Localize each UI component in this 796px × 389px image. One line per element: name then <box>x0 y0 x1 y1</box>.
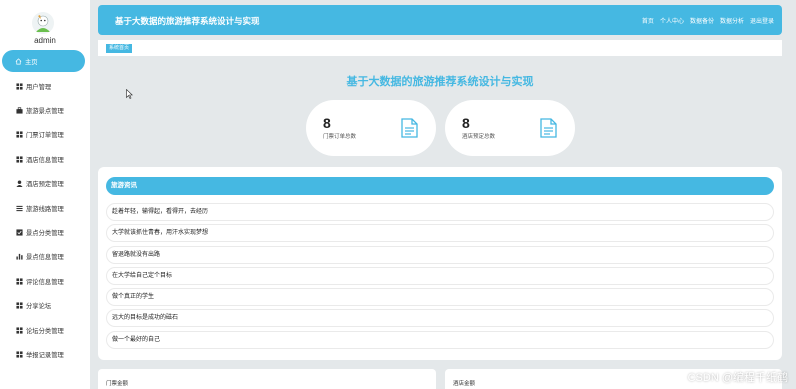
sidebar-item-12[interactable]: 论坛分类管理 <box>0 318 90 342</box>
bar-chart-icon <box>15 252 24 261</box>
nav-profile[interactable]: 个人中心 <box>660 16 684 25</box>
list-icon <box>15 204 24 213</box>
sidebar-item-7[interactable]: 旅游线路管理 <box>0 196 90 220</box>
grid-icon <box>15 82 24 91</box>
document-icon <box>401 118 418 138</box>
sidebar-item-label: 主页 <box>25 58 38 66</box>
top-header: 基于大数据的旅游推荐系统设计与实现 首页 个人中心 数据备份 数据分析 退出登录 <box>98 5 782 35</box>
sidebar-item-label: 用户管理 <box>26 83 52 91</box>
avatar-icon <box>32 12 54 34</box>
sidebar-item-11[interactable]: 分享论坛 <box>0 294 90 318</box>
sidebar-item-label: 旅游线路管理 <box>26 205 64 213</box>
nav-backup[interactable]: 数据备份 <box>690 16 714 25</box>
breadcrumb-bar: 系统首页 <box>98 40 782 56</box>
sidebar-item-label: 举报记录管理 <box>26 351 64 359</box>
ticket-orders-count: 8 <box>323 115 331 131</box>
sidebar-menu: 主页用户管理旅游景点管理 门票订单管理 酒店信息管理 酒店预定管理 旅游线路管理 景点分类… <box>0 50 90 367</box>
sidebar-item-2[interactable]: 用户管理 <box>0 74 90 98</box>
home-icon <box>14 57 23 66</box>
sidebar: admin 主页用户管理旅游景点管理 门票订单管理 酒店信息管理 酒店预定管理 旅游线路… <box>0 0 90 389</box>
grid-icon <box>15 350 24 359</box>
sidebar-item-8[interactable]: 景点分类管理 <box>0 220 90 244</box>
hotel-bookings-card: 8 酒店预定总数 <box>445 100 575 156</box>
ticket-amount-label: 门票金额 <box>106 381 129 387</box>
news-item[interactable]: 留退路就没有出路 <box>106 245 774 264</box>
sidebar-item-5[interactable]: 酒店信息管理 <box>0 147 90 171</box>
grid-icon <box>15 277 24 286</box>
grid-icon <box>15 326 24 335</box>
sidebar-item-label: 酒店信息管理 <box>26 156 64 164</box>
news-item[interactable]: 趁着年轻，输得起，看得开，去经历 <box>106 203 774 221</box>
document-icon <box>540 118 557 138</box>
grid-icon <box>15 130 24 139</box>
sidebar-item-label: 旅游景点管理 <box>26 108 64 116</box>
sidebar-item-label: 分享论坛 <box>26 303 52 311</box>
sidebar-item-label: 论坛分类管理 <box>26 327 64 335</box>
hotel-bookings-label: 酒店预定总数 <box>462 134 496 140</box>
sidebar-item-3[interactable]: 旅游景点管理 <box>0 98 90 122</box>
sidebar-item-label: 景点信息管理 <box>26 254 64 262</box>
news-item[interactable]: 远大的目标是成功的磁石 <box>106 309 774 328</box>
news-item[interactable]: 做个真正的学生 <box>106 288 774 307</box>
sidebar-item-1[interactable]: 主页 <box>2 50 85 72</box>
ticket-orders-card: 8 门票订单总数 <box>306 100 436 156</box>
news-panel: 旅游资讯 趁着年轻，输得起，看得开，去经历 大学就该抓住青春，用汗水实现梦想 留… <box>98 167 782 360</box>
hotel-amount-label: 酒店金额 <box>453 381 476 387</box>
grid-icon <box>15 301 24 310</box>
avatar[interactable] <box>32 12 54 34</box>
news-item[interactable]: 在大学给自己定个目标 <box>106 266 774 285</box>
news-item[interactable]: 做一个最好的自己 <box>106 330 774 349</box>
grid-icon <box>15 155 24 164</box>
page-title: 基于大数据的旅游推荐系统设计与实现 <box>346 76 534 88</box>
sidebar-item-9[interactable]: 景点信息管理 <box>0 245 90 269</box>
breadcrumb[interactable]: 系统首页 <box>106 44 133 53</box>
nav-analysis[interactable]: 数据分析 <box>720 16 744 25</box>
news-list: 趁着年轻，输得起，看得开，去经历 大学就该抓住青春，用汗水实现梦想 留退路就没有… <box>106 203 774 352</box>
sidebar-item-label: 评论信息管理 <box>26 278 64 286</box>
user-icon <box>15 179 24 188</box>
news-heading: 旅游资讯 <box>106 177 774 195</box>
sidebar-item-label: 景点分类管理 <box>26 230 64 238</box>
admin-username: admin <box>34 36 56 45</box>
sidebar-item-label: 酒店预定管理 <box>26 181 64 189</box>
hotel-bookings-count: 8 <box>462 115 470 131</box>
ticket-orders-label: 门票订单总数 <box>323 134 357 140</box>
header-title: 基于大数据的旅游推荐系统设计与实现 <box>115 16 260 26</box>
news-item[interactable]: 大学就该抓住青春，用汗水实现梦想 <box>106 224 774 243</box>
nav-logout[interactable]: 退出登录 <box>750 16 774 25</box>
sidebar-item-13[interactable]: 举报记录管理 <box>0 342 90 366</box>
sidebar-item-6[interactable]: 酒店预定管理 <box>0 172 90 196</box>
sidebar-item-10[interactable]: 评论信息管理 <box>0 269 90 293</box>
checkbox-icon <box>15 228 24 237</box>
nav-home[interactable]: 首页 <box>642 16 654 25</box>
sidebar-item-4[interactable]: 门票订单管理 <box>0 123 90 147</box>
mouse-cursor-icon <box>126 89 133 99</box>
sidebar-item-label: 门票订单管理 <box>26 132 64 140</box>
header-nav: 首页 个人中心 数据备份 数据分析 退出登录 <box>642 16 774 25</box>
ticket-amount-card: 门票金额 <box>98 369 436 389</box>
briefcase-icon <box>15 106 24 115</box>
watermark: CSDN @编程千纸鹤 <box>687 372 788 384</box>
